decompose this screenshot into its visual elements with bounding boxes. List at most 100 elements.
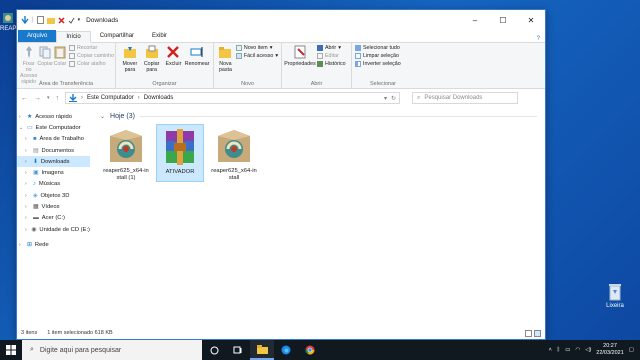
clock-time: 20:27 — [603, 343, 617, 349]
chevron-down-icon[interactable]: ▾ — [78, 17, 81, 23]
tab-file[interactable]: Arquivo — [18, 30, 57, 42]
select-all-button[interactable]: Selecionar tudo — [355, 45, 401, 51]
new-folder-button[interactable]: Nova pasta — [217, 45, 234, 73]
clipboard-group: Fixar no Acesso rápido Copiar Colar Reco… — [17, 43, 116, 88]
chevron-up-icon[interactable]: ˄ — [549, 347, 552, 353]
nav-item-network[interactable]: › ⊞ Rede — [17, 239, 90, 250]
content-area: › ★ Acesso rápido ⌄ ▭ Este Computador › ■ Área… — [17, 107, 545, 314]
rename-button[interactable]: Renomear — [184, 45, 210, 67]
battery-icon[interactable]: ▭ — [565, 347, 570, 353]
desktop-icon-recycle-bin[interactable]: Lixeira — [598, 283, 632, 309]
search-input[interactable]: ⌕ Pesquisar Downloads — [412, 92, 519, 104]
taskbar-chrome[interactable] — [298, 340, 322, 360]
clock[interactable]: 20:27 22/03/2021 — [596, 343, 624, 357]
desktop-icon-reaper[interactable]: REAP — [0, 12, 16, 32]
file-tile[interactable]: reaper625_x64-install (1) — [102, 124, 150, 182]
group-header[interactable]: ⌄ Hoje (3) — [100, 113, 537, 120]
status-bar: 3 itens 1 item selecionado 618 KB — [17, 327, 545, 339]
tab-home[interactable]: Início — [56, 31, 91, 43]
invert-selection-button[interactable]: Inverter seleção — [355, 61, 401, 67]
paste-shortcut-button[interactable]: Colar atalho — [68, 61, 114, 67]
nav-item-downloads[interactable]: › ⬇ Downloads — [17, 156, 90, 168]
nav-item-documents[interactable]: › ▤ Documentos — [17, 145, 90, 156]
breadcrumb-downloads[interactable]: Downloads — [144, 95, 174, 101]
folder-icon — [256, 344, 268, 354]
task-view-button[interactable] — [226, 340, 250, 360]
properties-button[interactable]: Propriedades — [284, 45, 316, 67]
nav-item-3d-objects[interactable]: › ◈ Objetos 3D — [17, 190, 90, 201]
chevron-down-icon[interactable]: ▾ — [47, 95, 50, 101]
easy-access-button[interactable]: Fácil acesso ▾ — [235, 53, 278, 59]
cut-button[interactable]: Recortar — [68, 45, 114, 51]
cortana-button[interactable] — [202, 340, 226, 360]
desktop-icon-label: REAP — [0, 26, 17, 32]
nav-item-music[interactable]: › ♪ Músicas — [17, 179, 90, 190]
back-arrow-icon[interactable]: ← — [21, 95, 28, 102]
pin-quick-access-button[interactable]: Fixar no Acesso rápido — [20, 45, 37, 85]
open-button[interactable]: Abrir ▾ — [317, 45, 346, 51]
chevron-right-icon: › — [25, 136, 27, 143]
open-icon — [317, 45, 323, 51]
nav-item-pictures[interactable]: › ▣ Imagens — [17, 167, 90, 178]
chevron-down-icon[interactable]: ▾ — [384, 95, 387, 102]
nav-item-videos[interactable]: › ▦ Vídeos — [17, 201, 90, 212]
chevron-down-icon: ⌄ — [19, 124, 24, 131]
edit-button[interactable]: Editar — [317, 53, 346, 59]
computer-icon: ▭ — [27, 124, 33, 131]
file-tile[interactable]: reaper625_x64-install — [210, 124, 258, 182]
clipboard-icon — [54, 46, 66, 59]
copy-to-button[interactable]: Copiar para — [141, 45, 163, 73]
document-icon[interactable] — [36, 16, 44, 24]
chevron-right-icon: › — [25, 226, 27, 233]
bluetooth-icon[interactable]: ᛒ — [557, 347, 560, 353]
nav-item-this-pc[interactable]: ⌄ ▭ Este Computador — [17, 122, 90, 133]
history-button[interactable]: Histórico — [317, 61, 346, 67]
network-icon[interactable]: ◠ — [575, 347, 580, 353]
maximize-button[interactable]: ☐ — [489, 10, 517, 30]
chevron-right-icon: › — [25, 147, 27, 154]
organize-group: Mover para Copiar para Excluir Renomear … — [116, 43, 214, 88]
checkmark-icon[interactable] — [68, 17, 75, 24]
delete-icon — [167, 46, 180, 58]
refresh-icon[interactable]: ↻ — [391, 95, 396, 102]
desktop-icon-label: Lixeira — [606, 303, 624, 309]
large-icons-view-icon[interactable] — [534, 329, 541, 337]
forward-arrow-icon[interactable]: → — [34, 95, 41, 102]
taskbar-search[interactable]: ⌕ Digite aqui para pesquisar — [22, 340, 202, 360]
quick-access-toolbar: | ▾ — [21, 16, 80, 24]
volume-icon[interactable]: ◁) — [585, 347, 591, 353]
notifications-icon[interactable]: ▢ — [629, 347, 634, 353]
paste-button[interactable]: Colar — [53, 45, 67, 67]
tab-share[interactable]: Compartilhar — [91, 30, 143, 42]
taskbar: ⌕ Digite aqui para pesquisar ˄ ᛒ ▭ ◠ ◁) … — [0, 340, 640, 360]
delete-x-icon[interactable] — [58, 16, 65, 24]
details-view-icon[interactable] — [525, 329, 532, 337]
select-all-icon — [355, 45, 361, 51]
new-item-button[interactable]: Novo item ▾ — [235, 45, 278, 51]
move-to-button[interactable]: Mover para — [119, 45, 141, 73]
select-none-button[interactable]: Limpar seleção — [355, 53, 401, 59]
breadcrumb-this-pc[interactable]: Este Computador — [87, 95, 134, 101]
copy-button[interactable]: Copiar — [37, 45, 53, 67]
up-arrow-icon[interactable]: ↑ — [56, 95, 60, 102]
nav-item-quick-access[interactable]: › ★ Acesso rápido — [17, 111, 90, 122]
delete-button[interactable]: Excluir — [163, 45, 185, 67]
file-tile[interactable]: ATIVADOR — [156, 124, 204, 182]
nav-item-drive-c[interactable]: › ▬ Acer (C:) — [17, 213, 90, 224]
address-bar[interactable]: › Este Computador › Downloads ▾ ↻ — [65, 92, 401, 104]
minimize-button[interactable]: – — [461, 10, 489, 30]
tab-view[interactable]: Exibir — [143, 30, 176, 42]
start-button[interactable] — [0, 345, 22, 355]
help-button[interactable]: ? — [537, 36, 545, 42]
taskbar-edge[interactable] — [274, 340, 298, 360]
search-icon: ⌕ — [417, 94, 421, 101]
close-button[interactable]: ✕ — [517, 10, 545, 30]
select-none-icon — [355, 53, 361, 59]
recycle-bin-icon — [609, 284, 621, 301]
taskbar-file-explorer[interactable] — [250, 340, 274, 360]
copy-path-button[interactable]: Copiar caminho — [68, 53, 114, 59]
down-arrow-icon[interactable] — [21, 16, 29, 24]
nav-item-cd-drive[interactable]: › ◉ Unidade de CD (E:) — [17, 224, 90, 235]
folder-icon[interactable] — [46, 17, 55, 24]
nav-item-desktop[interactable]: › ■ Área de Trabalho — [17, 134, 90, 145]
